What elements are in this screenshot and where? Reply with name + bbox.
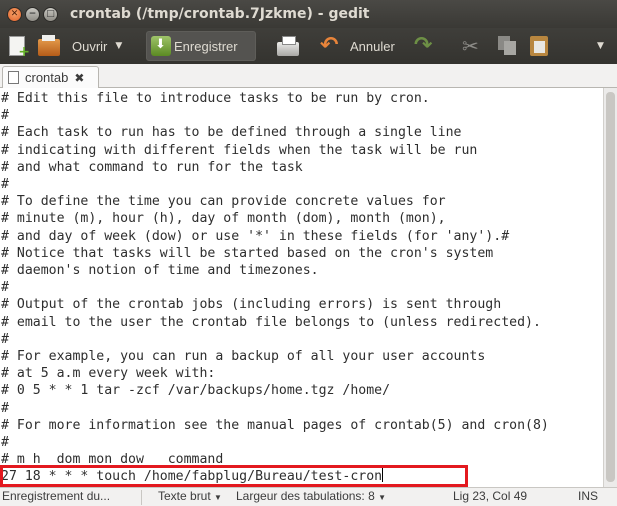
- editor-line[interactable]: # To define the time you can provide con…: [1, 193, 601, 210]
- editor-line[interactable]: #: [1, 107, 601, 124]
- editor-line[interactable]: # Each task to run has to be defined thr…: [1, 124, 601, 141]
- undo-button[interactable]: ↶ Annuler: [320, 31, 395, 61]
- status-divider: [141, 490, 142, 505]
- undo-button-label: Annuler: [350, 38, 395, 54]
- editor-line[interactable]: # Edit this file to introduce tasks to b…: [1, 90, 601, 107]
- editor-line-text: # For example, you can run a backup of a…: [1, 349, 486, 364]
- editor-line[interactable]: #: [1, 176, 601, 193]
- highlight-annotation-box: [0, 465, 468, 487]
- editor-line[interactable]: # Notice that tasks will be started base…: [1, 245, 601, 262]
- editor-line-text: # Each task to run has to be defined thr…: [1, 125, 462, 141]
- vertical-scrollbar[interactable]: [603, 88, 617, 487]
- close-tab-icon[interactable]: ✖: [74, 71, 84, 85]
- editor-line-text: # For more information see the manual pa…: [1, 417, 549, 433]
- editor-line[interactable]: #: [1, 400, 601, 417]
- editor-line[interactable]: # and day of week (dow) or use '*' in th…: [1, 228, 601, 245]
- close-window-button[interactable]: ✕: [7, 6, 22, 22]
- editor-line[interactable]: #: [1, 331, 601, 348]
- editor-line[interactable]: # Output of the crontab jobs (including …: [1, 296, 601, 313]
- save-icon: [151, 36, 171, 56]
- tab-width-selector[interactable]: Largeur des tabulations: 8 ▼: [236, 489, 386, 503]
- editor-line-text: # and day of week (dow) or use '*' in th…: [1, 228, 510, 244]
- chevron-down-icon: ▼: [214, 493, 222, 502]
- editor-line-text: # email to the user the crontab file bel…: [1, 314, 541, 330]
- scrollbar-thumb[interactable]: [606, 92, 615, 482]
- editor-line-text: #: [1, 331, 9, 347]
- toolbar: Ouvrir ▼ Enregistrer ↶ Annuler ↷ ✂ ▼: [0, 28, 617, 64]
- editor-line[interactable]: # at 5 a.m every week with:: [1, 365, 601, 382]
- toolbar-overflow-button[interactable]: ▼: [597, 31, 604, 61]
- editor-line-text: #: [1, 400, 9, 416]
- new-document-icon: [9, 36, 30, 60]
- maximize-window-button[interactable]: □: [43, 6, 58, 22]
- redo-button[interactable]: ↷: [414, 31, 436, 61]
- editor-line-text: #: [1, 177, 9, 192]
- editor-line-text: #: [1, 435, 9, 450]
- document-tab[interactable]: crontab ✖: [2, 66, 99, 88]
- chevron-down-icon: ▼: [378, 493, 387, 502]
- copy-icon: [498, 36, 516, 56]
- editor-line-text: # and what command to run for the task: [1, 159, 303, 175]
- editor-line[interactable]: #: [1, 279, 601, 296]
- chevron-down-icon[interactable]: ▼: [115, 41, 122, 51]
- paste-button[interactable]: [530, 31, 548, 61]
- syntax-selector[interactable]: Texte brut ▼: [158, 489, 222, 503]
- editor-line-text: # at 5 a.m every week with:: [1, 366, 216, 382]
- open-button[interactable]: Ouvrir ▼: [38, 31, 122, 61]
- editor-line[interactable]: # daemon's notion of time and timezones.: [1, 262, 601, 279]
- cut-button[interactable]: ✂: [462, 31, 484, 61]
- document-tab-strip: crontab ✖: [0, 64, 617, 88]
- editor-line[interactable]: # 0 5 * * 1 tar -zcf /var/backups/home.t…: [1, 382, 601, 399]
- open-button-label: Ouvrir: [72, 38, 108, 54]
- folder-open-icon: [38, 35, 60, 56]
- status-bar: Enregistrement du... Texte brut ▼ Largeu…: [0, 487, 617, 506]
- editor-line[interactable]: #: [1, 434, 601, 451]
- editor-line-text: # indicating with different fields when …: [1, 142, 478, 158]
- editor-line-text: # minute (m), hour (h), day of month (do…: [1, 211, 446, 227]
- editor-line-text: # Output of the crontab jobs (including …: [1, 297, 502, 313]
- cursor-position: Lig 23, Col 49: [453, 489, 528, 503]
- editor-line-text: # Notice that tasks will be started base…: [1, 245, 494, 261]
- editor-line[interactable]: # For more information see the manual pa…: [1, 417, 601, 434]
- editor-line[interactable]: # indicating with different fields when …: [1, 142, 601, 159]
- save-button-label: Enregistrer: [174, 38, 238, 54]
- syntax-label: Texte brut: [158, 489, 211, 503]
- editor-line[interactable]: # email to the user the crontab file bel…: [1, 314, 601, 331]
- undo-icon: ↶: [320, 33, 339, 58]
- editor-line[interactable]: # For example, you can run a backup of a…: [1, 348, 601, 365]
- editor-line-text: # daemon's notion of time and timezones.: [1, 263, 319, 278]
- status-message: Enregistrement du...: [2, 489, 111, 503]
- editor-line-text: # 0 5 * * 1 tar -zcf /var/backups/home.t…: [1, 383, 391, 399]
- editor-line[interactable]: # and what command to run for the task: [1, 159, 601, 176]
- copy-button[interactable]: [498, 31, 516, 61]
- minimize-window-button[interactable]: −: [25, 6, 40, 22]
- scissors-icon: ✂: [462, 34, 479, 58]
- redo-icon: ↷: [414, 33, 433, 58]
- text-editor[interactable]: # Edit this file to introduce tasks to b…: [0, 88, 617, 487]
- editor-line-text: #: [1, 108, 9, 124]
- printer-icon: [277, 36, 299, 56]
- document-tab-label: crontab: [25, 70, 69, 85]
- title-bar: ✕ − □ crontab (/tmp/crontab.7Jzkme) - ge…: [0, 0, 617, 28]
- tab-width-label: Largeur des tabulations: 8: [236, 489, 375, 503]
- editor-line-text: # To define the time you can provide con…: [1, 194, 446, 210]
- insert-mode-indicator: INS: [578, 489, 599, 503]
- editor-line-text: # Edit this file to introduce tasks to b…: [1, 91, 430, 106]
- editor-line-text: #: [1, 280, 9, 296]
- chevron-down-icon: ▼: [597, 41, 604, 51]
- text-document-icon: [8, 71, 19, 84]
- paste-icon: [530, 36, 548, 56]
- editor-line[interactable]: # minute (m), hour (h), day of month (do…: [1, 210, 601, 227]
- new-document-button[interactable]: [6, 31, 30, 61]
- window-controls: ✕ − □: [7, 6, 58, 22]
- save-button[interactable]: Enregistrer: [146, 31, 256, 61]
- print-button[interactable]: [277, 31, 299, 61]
- window-title: crontab (/tmp/crontab.7Jzkme) - gedit: [70, 6, 370, 22]
